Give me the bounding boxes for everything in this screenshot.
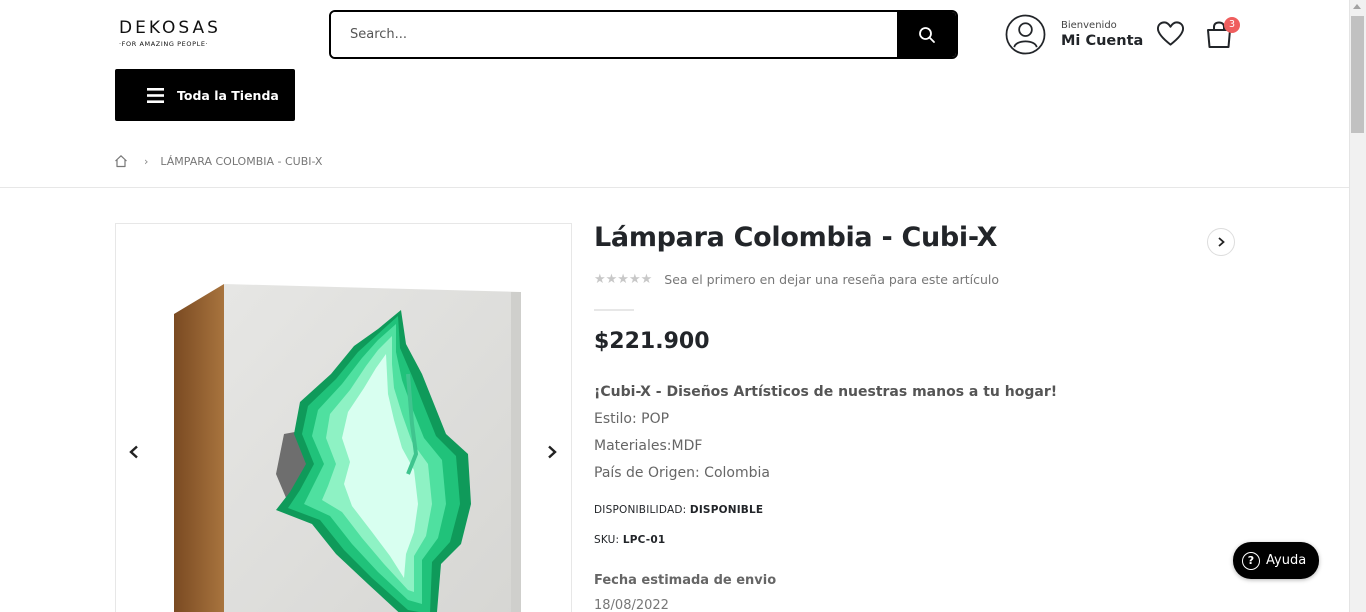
sku-label: SKU: <box>594 534 620 546</box>
price-divider <box>594 309 634 311</box>
search-input[interactable] <box>331 12 897 57</box>
next-product-button[interactable] <box>1207 228 1235 256</box>
sku-value: LPC-01 <box>622 534 666 546</box>
all-store-menu-button[interactable]: Toda la Tienda <box>115 69 295 121</box>
logo-tagline: ·FOR AMAZING PEOPLE· <box>119 40 209 48</box>
account-greeting: Bienvenido <box>1061 20 1117 31</box>
account-link[interactable]: Bienvenido Mi Cuenta <box>1005 14 1143 55</box>
search-icon <box>918 26 935 43</box>
shipping-date-label: Fecha estimada de envio <box>594 573 777 588</box>
chevron-right-icon <box>1217 237 1225 247</box>
product-title: Lámpara Colombia - Cubi-X <box>594 222 998 253</box>
breadcrumb-current: LÁMPARA COLOMBIA - CUBI-X <box>160 154 323 168</box>
availability: DISPONIBILIDAD: DISPONIBLE <box>594 504 763 516</box>
product-rating: ★★★★★ Sea el primero en dejar una reseña… <box>594 272 999 287</box>
help-label: Ayuda <box>1266 553 1307 568</box>
logo[interactable]: DEKOSAS ·FOR AMAZING PEOPLE· <box>119 18 233 48</box>
heart-icon[interactable] <box>1156 20 1185 48</box>
description-origin: País de Origen: Colombia <box>594 465 770 481</box>
hamburger-icon <box>147 87 164 103</box>
sku: SKU: LPC-01 <box>594 534 665 546</box>
scrollbar-thumb[interactable] <box>1351 16 1364 133</box>
gallery-next-button[interactable] <box>540 440 564 464</box>
rating-stars: ★★★★★ <box>594 272 653 287</box>
breadcrumb-separator: › <box>144 154 149 168</box>
chevron-left-icon <box>129 445 138 459</box>
availability-label: DISPONIBILIDAD: <box>594 504 687 516</box>
product-description: ¡Cubi-X - Diseños Artísticos de nuestras… <box>594 379 1057 487</box>
question-circle-icon: ? <box>1242 551 1260 570</box>
all-store-label: Toda la Tienda <box>177 87 279 103</box>
description-headline: ¡Cubi-X - Diseños Artísticos de nuestras… <box>594 384 1058 400</box>
user-circle-icon <box>1005 14 1046 55</box>
cart-count-badge: 3 <box>1224 17 1240 33</box>
product-image <box>174 284 521 612</box>
availability-value: DISPONIBLE <box>689 504 764 516</box>
chevron-right-icon <box>548 445 557 459</box>
help-button[interactable]: ? Ayuda <box>1233 542 1319 579</box>
search-button[interactable] <box>897 12 956 57</box>
product-price: $221.900 <box>594 329 710 354</box>
description-materials: Materiales:MDF <box>594 438 703 454</box>
shipping-date-value: 18/08/2022 <box>594 598 669 612</box>
description-style: Estilo: POP <box>594 411 670 427</box>
gallery-prev-button[interactable] <box>122 440 146 464</box>
home-icon[interactable] <box>114 154 128 168</box>
breadcrumb: › LÁMPARA COLOMBIA - CUBI-X <box>114 154 322 168</box>
first-review-link[interactable]: Sea el primero en dejar una reseña para … <box>664 272 999 287</box>
logo-wordmark: DEKOSAS <box>119 18 221 38</box>
search-bar <box>329 10 958 59</box>
account-label: Mi Cuenta <box>1061 33 1144 49</box>
header-divider <box>0 187 1349 188</box>
scroll-up-arrow[interactable] <box>1353 4 1361 9</box>
product-gallery <box>115 223 572 612</box>
